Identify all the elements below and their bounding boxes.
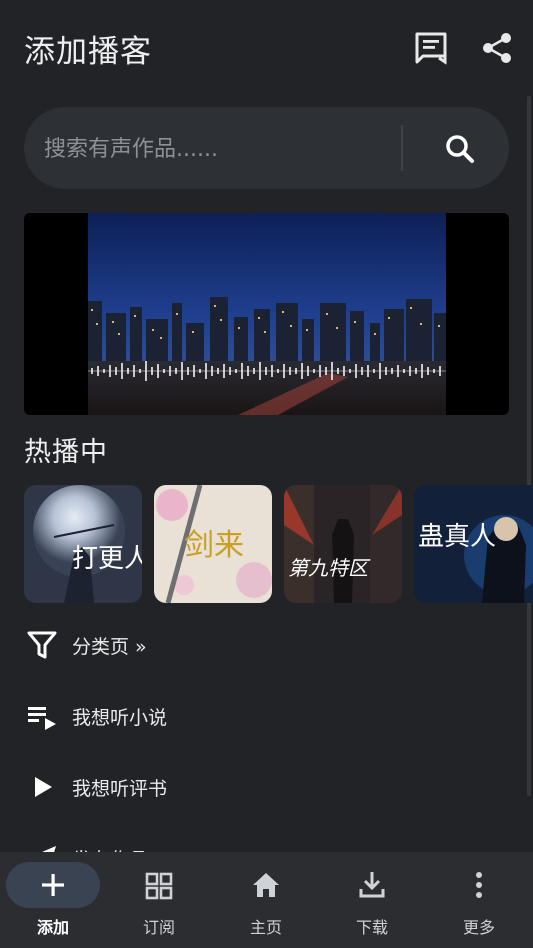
nav-label: 订阅 bbox=[142, 918, 175, 937]
more-vertical-icon bbox=[464, 867, 494, 903]
play-icon bbox=[24, 769, 60, 805]
cover-2[interactable]: 剑来 bbox=[154, 485, 272, 603]
menu-item-label: 我想听评书 bbox=[72, 778, 168, 800]
cover-4-title: 蛊真人 bbox=[418, 522, 496, 552]
playlist-icon bbox=[24, 698, 60, 734]
cover-4[interactable]: 蛊真人 bbox=[414, 485, 533, 603]
nav-download[interactable]: 下载 bbox=[319, 852, 425, 948]
nav-home[interactable]: 主页 bbox=[213, 852, 319, 948]
cover-3[interactable]: 第九特区 bbox=[284, 485, 402, 603]
featured-banner[interactable] bbox=[24, 213, 509, 415]
grid-icon bbox=[144, 867, 174, 903]
search-button[interactable] bbox=[438, 129, 482, 169]
chat-list-icon[interactable] bbox=[413, 30, 449, 66]
search-bar bbox=[24, 107, 509, 189]
menu-item-novel[interactable]: 我想听小说 bbox=[0, 686, 533, 746]
city-night-image bbox=[88, 213, 446, 415]
nav-label: 添加 bbox=[36, 918, 69, 937]
cover-image: 第九特区 bbox=[284, 485, 402, 603]
cover-1-title: 打更人 bbox=[72, 544, 142, 574]
cover-image: 剑来 bbox=[154, 485, 272, 603]
plus-icon bbox=[38, 867, 68, 903]
menu-item-label: 分类页 » bbox=[72, 636, 147, 658]
cover-2-title: 剑来 bbox=[184, 528, 244, 563]
cover-image: 蛊真人 bbox=[414, 485, 533, 603]
search-divider bbox=[401, 125, 403, 171]
menu-item-pingshu[interactable]: 我想听评书 bbox=[0, 757, 533, 817]
cover-3-title: 第九特区 bbox=[288, 556, 371, 580]
page-title: 添加播客 bbox=[24, 34, 152, 70]
home-icon bbox=[251, 867, 281, 903]
nav-label: 主页 bbox=[249, 918, 282, 937]
nav-add[interactable]: 添加 bbox=[0, 852, 106, 948]
app-header: 添加播客 bbox=[0, 0, 533, 96]
nav-more[interactable]: 更多 bbox=[426, 852, 532, 948]
nav-label: 下载 bbox=[355, 918, 388, 937]
search-input[interactable] bbox=[42, 129, 396, 169]
nav-subscribe[interactable]: 订阅 bbox=[106, 852, 212, 948]
cover-1[interactable]: 打更人 bbox=[24, 485, 142, 603]
share-icon[interactable] bbox=[480, 30, 516, 66]
filter-icon bbox=[24, 627, 60, 663]
nav-label: 更多 bbox=[462, 918, 495, 937]
section-title-hot: 热播中 bbox=[24, 437, 108, 468]
menu-item-category[interactable]: 分类页 » bbox=[0, 615, 533, 675]
cover-image: 打更人 bbox=[24, 485, 142, 603]
menu-item-label: 我想听小说 bbox=[72, 707, 168, 729]
bottom-nav: 添加 订阅 主页 下载 更多 bbox=[0, 852, 533, 948]
search-icon bbox=[446, 135, 474, 163]
download-icon bbox=[357, 867, 387, 903]
